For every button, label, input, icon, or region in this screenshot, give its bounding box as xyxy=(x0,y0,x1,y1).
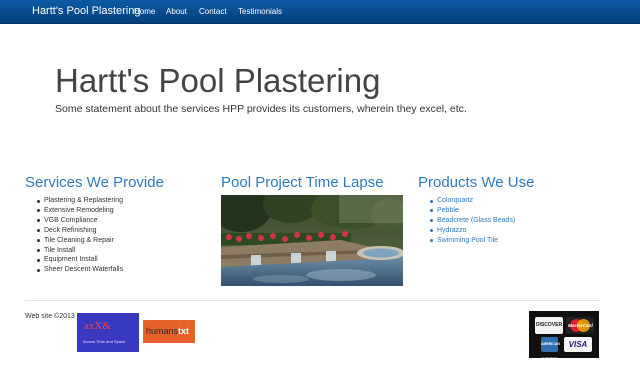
services-item: Tile Install xyxy=(36,246,123,256)
timelapse-heading: Pool Project Time Lapse xyxy=(221,174,384,191)
discover-card-icon: DISCOVER xyxy=(535,317,563,334)
amex-card-icon: AMERICAN EXPRESS xyxy=(541,337,560,361)
services-item: Deck Refinishing xyxy=(36,226,123,236)
payment-cards: DISCOVER MasterCard AMERICAN EXPRESS VIS… xyxy=(529,311,599,361)
axx-logo-mark: axX& xyxy=(84,320,111,332)
services-list: Plastering & Replastering Extensive Remo… xyxy=(36,196,123,275)
navbar: Hartt's Pool Plastering Home About Conta… xyxy=(0,0,640,24)
axx-logo-tagline: Across Time and Space xyxy=(83,339,126,344)
products-item[interactable]: Swimming Pool Tile xyxy=(429,236,515,246)
nav-contact[interactable]: Contact xyxy=(199,7,227,16)
products-list: Colorquartz Pebble Beadcrete (Glass Bead… xyxy=(429,196,515,246)
pool-photo[interactable] xyxy=(221,195,403,286)
pool-photo-image xyxy=(221,195,403,286)
services-item: Plastering & Replastering xyxy=(36,196,123,206)
mastercard-icon: MasterCard xyxy=(566,317,594,334)
nav-home[interactable]: Home xyxy=(134,7,155,16)
footer-divider xyxy=(25,300,600,301)
services-heading: Services We Provide xyxy=(25,174,164,191)
services-item: VGB Compliance xyxy=(36,216,123,226)
nav-testimonials[interactable]: Testimonials xyxy=(238,7,282,16)
products-item[interactable]: Beadcrete (Glass Beads) xyxy=(429,216,515,226)
services-item: Sheer Descent Waterfalls xyxy=(36,265,123,275)
humanstxt-logo[interactable]: humanstxt xyxy=(143,320,195,343)
products-heading: Products We Use xyxy=(418,174,535,191)
services-item: Equipment Install xyxy=(36,255,123,265)
hero-subtitle: Some statement about the services HPP pr… xyxy=(55,103,467,115)
products-item[interactable]: Pebble xyxy=(429,206,515,216)
services-item: Tile Cleaning & Repair xyxy=(36,236,123,246)
humanstxt-logo-text: humanstxt xyxy=(146,326,190,336)
nav-about[interactable]: About xyxy=(166,7,187,16)
products-item[interactable]: Colorquartz xyxy=(429,196,515,206)
copyright-text: Web site ©2013 xyxy=(25,313,75,320)
brand-link[interactable]: Hartt's Pool Plastering xyxy=(32,5,140,17)
services-item: Extensive Remodeling xyxy=(36,206,123,216)
mastercard-label: MasterCard xyxy=(568,323,593,328)
visa-card-icon: VISA xyxy=(564,337,592,352)
hero-title: Hartt's Pool Plastering xyxy=(55,62,381,99)
products-item[interactable]: Hydrazzo xyxy=(429,226,515,236)
axx-logo[interactable]: axX& Across Time and Space xyxy=(77,313,139,352)
